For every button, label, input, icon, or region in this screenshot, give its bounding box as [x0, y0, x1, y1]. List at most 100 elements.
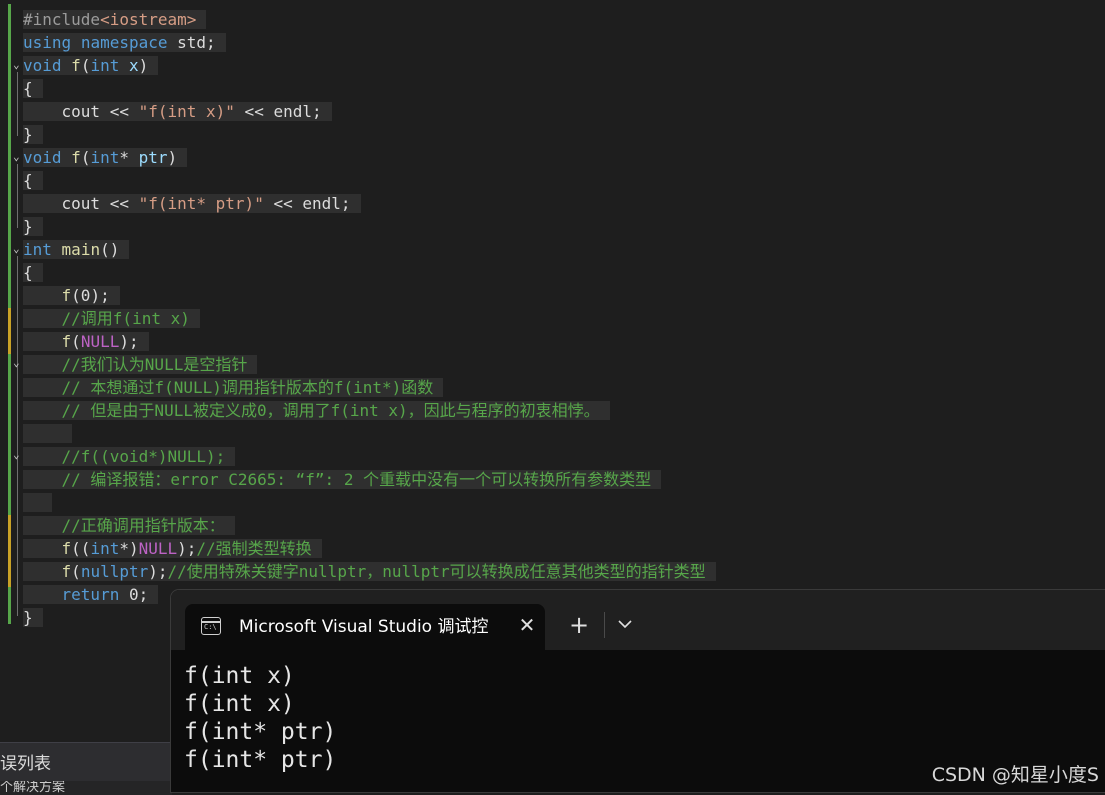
code-line[interactable]: void f(int* ptr) — [23, 146, 188, 169]
code-token: int — [90, 539, 120, 558]
code-token: x — [129, 56, 139, 75]
code-token: int — [90, 148, 120, 167]
code-line[interactable]: //f((void*)NULL); — [23, 445, 236, 468]
code-line[interactable]: f(NULL); — [23, 330, 149, 353]
error-list-title[interactable]: 误列表 — [0, 749, 51, 774]
code-line[interactable]: //正确调用指针版本： — [23, 514, 235, 537]
close-icon[interactable]: ✕ — [515, 613, 539, 637]
code-line-text: { — [23, 263, 43, 282]
code-token: ( — [71, 562, 81, 581]
error-list-panel[interactable]: 误列表 个解决方案 — [0, 742, 172, 795]
code-token: ); — [119, 332, 139, 351]
code-token: ( — [80, 56, 91, 75]
code-line[interactable]: cout << "f(int* ptr)" << endl; — [23, 192, 361, 215]
terminal-tab-title: Microsoft Visual Studio 调试控制台 — [239, 617, 489, 637]
error-list-scope[interactable]: 个解决方案 — [0, 781, 172, 795]
fold-guide — [17, 72, 18, 136]
code-line-text: // 但是由于NULL被定义成0，调用了f(int x)，因此与程序的初衷相悖。 — [23, 401, 610, 420]
code-line-text: int main() — [23, 240, 130, 259]
code-line[interactable]: //我们认为NULL是空指针 — [23, 353, 258, 376]
code-token: int — [90, 56, 120, 75]
code-token: "f(int* ptr)" — [138, 194, 264, 213]
code-line[interactable] — [23, 491, 53, 514]
code-token: { — [23, 79, 33, 98]
code-line-text: f(NULL); — [23, 332, 149, 351]
output-line: f(int x) — [184, 663, 295, 689]
fold-chevron-icon[interactable]: ⌄ — [13, 243, 22, 254]
output-line: f(int* ptr) — [184, 719, 337, 745]
code-token: void — [23, 56, 62, 75]
code-line-text: f(0); — [23, 286, 120, 305]
code-token: // 编译报错：error C2665: “f”: 2 个重载中没有一个可以转换… — [23, 470, 652, 489]
code-token: << endl; — [234, 102, 322, 121]
code-token: () — [100, 240, 120, 259]
code-line[interactable]: //调用f(int x) — [23, 307, 200, 330]
code-line-text: using namespace std; — [23, 33, 226, 52]
code-line[interactable] — [23, 422, 72, 445]
code-line[interactable]: return 0; — [23, 583, 159, 606]
code-token: //使用特殊关键字nullptr，nullptr可以转换成任意其他类型的指针类型 — [167, 562, 706, 581]
code-line[interactable]: int main() — [23, 238, 130, 261]
code-line-text — [23, 493, 53, 512]
code-line-text: // 编译报错：error C2665: “f”: 2 个重载中没有一个可以转换… — [23, 470, 662, 489]
code-token: { — [23, 263, 33, 282]
code-line[interactable]: f((int*)NULL);//强制类型转换 — [23, 537, 322, 560]
code-line[interactable]: // 但是由于NULL被定义成0，调用了f(int x)，因此与程序的初衷相悖。 — [23, 399, 610, 422]
code-line[interactable]: { — [23, 169, 43, 192]
code-line[interactable]: using namespace std; — [23, 31, 226, 54]
code-line[interactable]: // 本想通过f(NULL)调用指针版本的f(int*)函数 — [23, 376, 444, 399]
code-line-text: f(nullptr);//使用特殊关键字nullptr，nullptr可以转换成… — [23, 562, 716, 581]
fold-chevron-icon[interactable]: ⌄ — [13, 151, 22, 162]
new-tab-button[interactable]: + — [566, 612, 592, 638]
code-line-text: void f(int* ptr) — [23, 148, 188, 167]
fold-chevron-icon[interactable]: ⌄ — [13, 357, 22, 368]
tab-divider — [604, 612, 605, 638]
code-token: f — [71, 56, 81, 75]
code-token: using — [23, 33, 72, 52]
code-token: ) — [138, 56, 149, 75]
code-line-text: //我们认为NULL是空指针 — [23, 355, 258, 374]
code-token: NULL — [80, 332, 120, 351]
code-line-text: } — [23, 125, 43, 144]
code-line[interactable]: // 编译报错：error C2665: “f”: 2 个重载中没有一个可以转换… — [23, 468, 662, 491]
code-token: return — [61, 585, 120, 604]
code-token: NULL — [138, 539, 178, 558]
code-token: { — [23, 171, 33, 190]
code-token: ptr — [138, 148, 168, 167]
chevron-down-icon[interactable] — [612, 612, 638, 638]
code-token: "f(int x)" — [138, 102, 235, 121]
code-line[interactable]: } — [23, 215, 43, 238]
code-line[interactable]: { — [23, 261, 43, 284]
code-line[interactable]: } — [23, 123, 43, 146]
code-line-text — [23, 424, 72, 443]
terminal-tab[interactable]: C:\ Microsoft Visual Studio 调试控制台 ✕ — [185, 604, 545, 650]
code-line[interactable]: cout << "f(int x)" << endl; — [23, 100, 332, 123]
code-line-text: cout << "f(int* ptr)" << endl; — [23, 194, 361, 213]
code-token: ( — [80, 148, 91, 167]
code-token: // 本想通过f(NULL)调用指针版本的f(int*)函数 — [23, 378, 434, 397]
code-line[interactable]: #include<iostream> — [23, 8, 207, 31]
code-line[interactable]: } — [23, 606, 43, 629]
code-line[interactable]: void f(int x) — [23, 54, 159, 77]
code-line-text: } — [23, 217, 43, 236]
code-token: f — [61, 332, 72, 351]
code-editor[interactable]: ⌄ ⌄ ⌄ ⌄ ⌄ #include<iostream> using namesp… — [0, 0, 1105, 640]
code-line-text: // 本想通过f(NULL)调用指针版本的f(int*)函数 — [23, 378, 444, 397]
code-line[interactable]: { — [23, 77, 43, 100]
code-line[interactable]: f(nullptr);//使用特殊关键字nullptr，nullptr可以转换成… — [23, 560, 716, 583]
code-token: ); — [148, 562, 168, 581]
code-line-text: #include<iostream> — [23, 10, 207, 29]
code-token: cout << — [23, 102, 139, 121]
fold-chevron-icon[interactable]: ⌄ — [13, 449, 22, 460]
fold-chevron-icon[interactable]: ⌄ — [13, 59, 22, 70]
code-line[interactable]: f(0); — [23, 284, 120, 307]
code-token: *) — [119, 539, 139, 558]
